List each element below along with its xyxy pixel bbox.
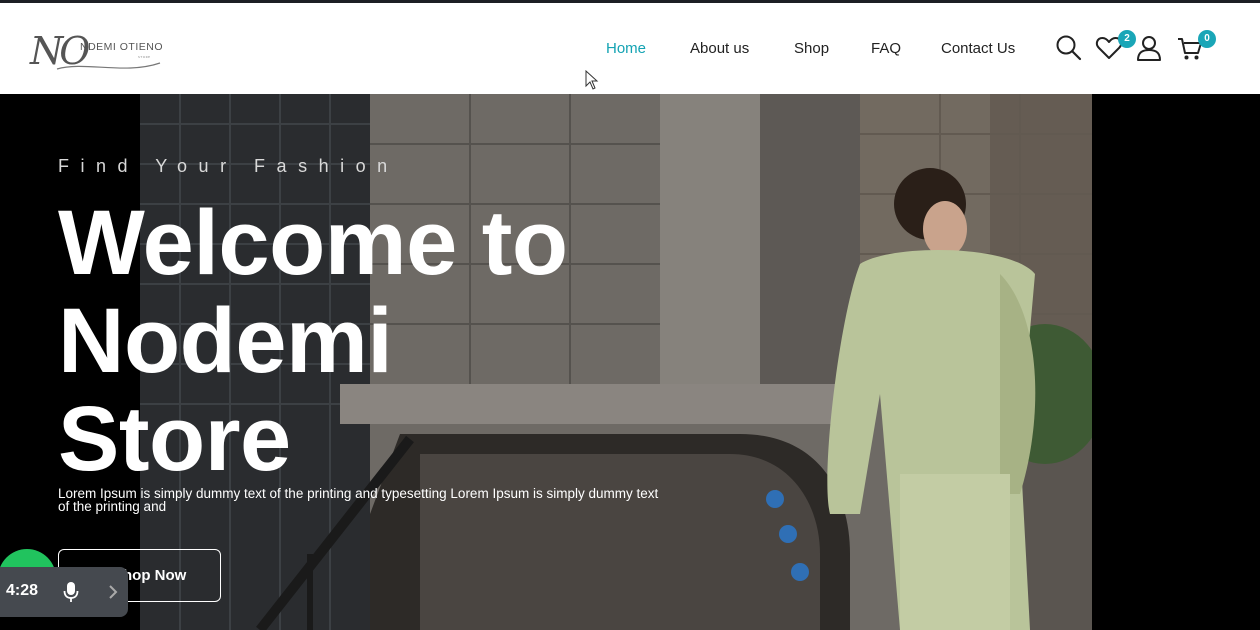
- nav-about-us[interactable]: About us: [690, 40, 749, 57]
- search-icon[interactable]: [1055, 34, 1083, 62]
- site-header: NO NDEMI OTIENO STORE Home About us Shop…: [0, 3, 1260, 94]
- hero-title: Welcome to Nodemi Store: [58, 194, 568, 488]
- user-icon[interactable]: [1135, 34, 1163, 62]
- hero-tagline: Find Your Fashion: [58, 156, 399, 176]
- recording-time: 4:28: [6, 582, 39, 599]
- wishlist-count-badge: 2: [1118, 30, 1136, 48]
- cart-count-badge: 0: [1198, 30, 1216, 48]
- hero-title-line-2: Nodemi: [58, 290, 393, 392]
- nav-contact-us[interactable]: Contact Us: [941, 40, 1015, 57]
- nav-home[interactable]: Home: [606, 40, 646, 57]
- hero-title-line-1: Welcome to: [58, 192, 568, 294]
- nav-faq[interactable]: FAQ: [871, 40, 901, 57]
- screen-recorder-widget: 4:28: [0, 567, 128, 617]
- brand-logo[interactable]: NO NDEMI OTIENO STORE: [30, 31, 170, 77]
- logo-swash: [56, 62, 161, 70]
- mouse-cursor-icon: [585, 70, 599, 90]
- hero-description: Lorem Ipsum is simply dummy text of the …: [58, 486, 659, 514]
- hero-title-line-3: Store: [58, 388, 291, 490]
- mic-icon[interactable]: [63, 581, 79, 608]
- hero-banner: Find Your Fashion Welcome to Nodemi Stor…: [0, 94, 1260, 630]
- nav-shop[interactable]: Shop: [794, 40, 829, 57]
- chevron-right-icon[interactable]: [108, 584, 118, 605]
